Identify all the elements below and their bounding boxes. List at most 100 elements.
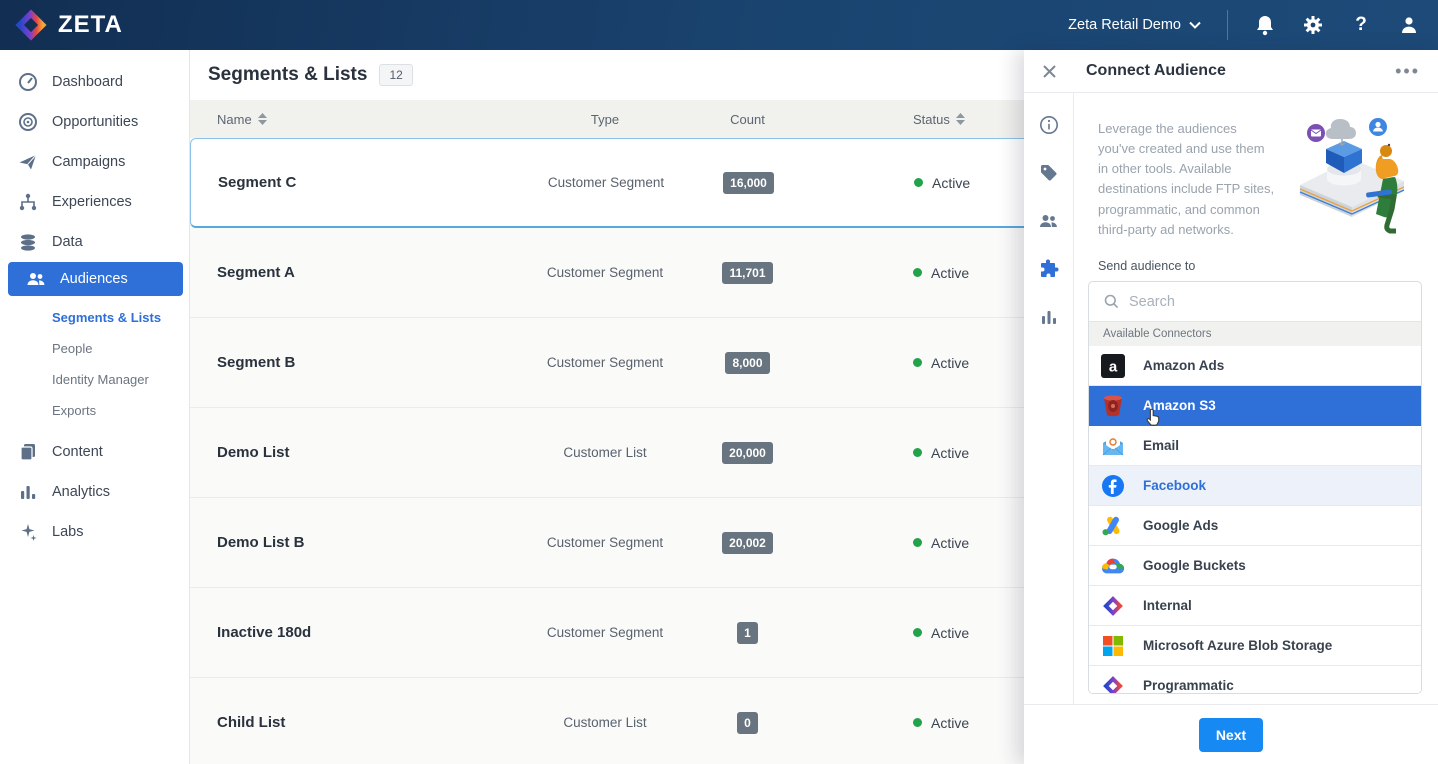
row-type: Customer Segment	[520, 355, 690, 370]
connector-email[interactable]: Email	[1089, 426, 1421, 466]
connector-microsoft-azure-blob-storage[interactable]: Microsoft Azure Blob Storage	[1089, 626, 1421, 666]
row-type: Customer Segment	[520, 265, 690, 280]
sort-icon[interactable]	[956, 113, 965, 125]
account-switcher[interactable]: Zeta Retail Demo	[1068, 17, 1201, 33]
sidebar-item-label: Analytics	[52, 484, 110, 500]
drawer-description: Leverage the audiences you've created an…	[1088, 107, 1276, 245]
row-count: 0	[690, 712, 805, 734]
row-status: Active	[805, 355, 1060, 371]
row-status: Active	[805, 535, 1060, 551]
sort-icon[interactable]	[258, 113, 267, 125]
sidebar-item-experiences[interactable]: Experiences	[0, 182, 189, 222]
row-type: Customer List	[520, 445, 690, 460]
info-icon[interactable]	[1039, 115, 1059, 135]
row-count: 1	[690, 622, 805, 644]
row-name: Segment A	[190, 264, 520, 281]
column-header-status[interactable]: Status	[805, 112, 1060, 127]
row-name: Child List	[190, 714, 520, 731]
flow-nodes-icon	[18, 192, 38, 212]
connector-google-buckets[interactable]: Google Buckets	[1089, 546, 1421, 586]
zeta-logo-icon	[14, 8, 48, 42]
sidebar-subitem-exports[interactable]: Exports	[0, 395, 189, 426]
help-icon[interactable]: ?	[1350, 14, 1372, 36]
close-icon[interactable]	[1024, 64, 1074, 79]
connector-programmatic[interactable]: Programmatic	[1089, 666, 1421, 693]
column-header-name[interactable]: Name	[190, 112, 520, 127]
drawer-title: Connect Audience	[1074, 62, 1395, 80]
account-name: Zeta Retail Demo	[1068, 17, 1181, 33]
row-status: Active	[805, 445, 1060, 461]
connector-list: a Amazon Ads Amazon S3	[1089, 346, 1421, 693]
row-count: 16,000	[691, 172, 806, 194]
chevron-down-icon	[1189, 21, 1201, 29]
connector-facebook[interactable]: Facebook	[1089, 466, 1421, 506]
connector-internal[interactable]: Internal	[1089, 586, 1421, 626]
sidebar-item-analytics[interactable]: Analytics	[0, 472, 189, 512]
sidebar-item-audiences[interactable]: Audiences	[8, 262, 183, 296]
sidebar-item-data[interactable]: Data	[0, 222, 189, 262]
sidebar-subitem-people[interactable]: People	[0, 333, 189, 364]
connector-label: Amazon Ads	[1143, 358, 1224, 373]
send-audience-label: Send audience to	[1098, 259, 1422, 273]
sidebar-item-opportunities[interactable]: Opportunities	[0, 102, 189, 142]
status-dot	[913, 628, 922, 637]
column-header-type[interactable]: Type	[520, 112, 690, 127]
connector-label: Microsoft Azure Blob Storage	[1143, 638, 1332, 653]
connector-google-ads[interactable]: Google Ads	[1089, 506, 1421, 546]
row-status: Active	[805, 625, 1060, 641]
sidebar-item-dashboard[interactable]: Dashboard	[0, 62, 189, 102]
sidebar-item-campaigns[interactable]: Campaigns	[0, 142, 189, 182]
connector-amazon-ads[interactable]: a Amazon Ads	[1089, 346, 1421, 386]
navbar-divider	[1227, 10, 1228, 40]
next-button[interactable]: Next	[1199, 718, 1263, 752]
notifications-bell-icon[interactable]	[1254, 14, 1276, 36]
pages-icon	[18, 442, 38, 462]
search-icon	[1104, 294, 1119, 309]
amazon-ads-icon: a	[1101, 354, 1125, 378]
row-type: Customer List	[520, 715, 690, 730]
status-dot	[913, 358, 922, 367]
tag-icon[interactable]	[1039, 163, 1059, 183]
status-dot	[913, 268, 922, 277]
people-icon	[26, 269, 46, 289]
sidebar-subitem-segments-lists[interactable]: Segments & Lists	[0, 302, 189, 333]
connector-search-input[interactable]	[1129, 294, 1379, 310]
row-name: Segment B	[190, 354, 520, 371]
connector-label: Programmatic	[1143, 678, 1234, 693]
connect-audience-drawer: Connect Audience ••• Leverage the audien…	[1024, 50, 1438, 764]
row-count: 8,000	[690, 352, 805, 374]
bar-chart-icon	[18, 482, 38, 502]
row-count: 20,002	[690, 532, 805, 554]
sidebar-item-label: Experiences	[52, 194, 132, 210]
connector-amazon-s3[interactable]: Amazon S3	[1089, 386, 1421, 426]
sidebar-subitem-identity-manager[interactable]: Identity Manager	[0, 364, 189, 395]
svg-text:a: a	[1109, 358, 1118, 375]
facebook-icon	[1101, 474, 1125, 498]
row-count: 11,701	[690, 262, 805, 284]
people-icon[interactable]	[1038, 211, 1059, 231]
settings-gear-icon[interactable]	[1302, 14, 1324, 36]
sidebar-item-label: Opportunities	[52, 114, 138, 130]
sidebar-item-label: Audiences	[60, 271, 128, 287]
column-header-count[interactable]: Count	[690, 112, 805, 127]
segments-count-badge: 12	[379, 64, 412, 86]
row-name: Segment C	[191, 174, 521, 191]
row-name: Demo List B	[190, 534, 520, 551]
row-type: Customer Segment	[520, 535, 690, 550]
available-connectors-header: Available Connectors	[1089, 322, 1421, 346]
sidebar-item-content[interactable]: Content	[0, 432, 189, 472]
status-dot	[913, 538, 922, 547]
google-ads-icon	[1101, 514, 1125, 538]
row-type: Customer Segment	[521, 175, 691, 190]
user-profile-icon[interactable]	[1398, 14, 1420, 36]
connector-label: Google Buckets	[1143, 558, 1246, 573]
chart-icon[interactable]	[1040, 308, 1058, 326]
drawer-step-rail	[1024, 93, 1074, 704]
puzzle-icon[interactable]	[1038, 259, 1059, 280]
connector-label: Facebook	[1143, 478, 1206, 493]
email-icon	[1101, 434, 1125, 458]
row-status: Active	[806, 175, 1061, 191]
sidebar-item-labs[interactable]: Labs	[0, 512, 189, 552]
sidebar-item-label: Content	[52, 444, 103, 460]
zeta-diamond-icon	[1101, 594, 1125, 618]
